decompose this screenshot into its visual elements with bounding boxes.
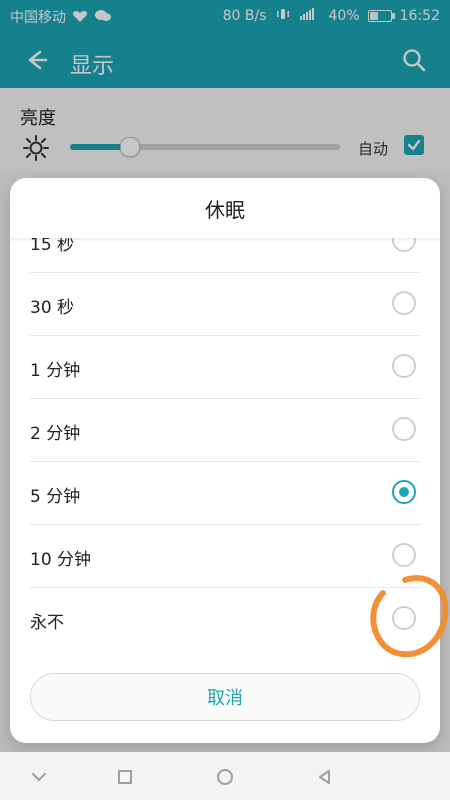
sleep-option-label: 2 分钟 bbox=[30, 424, 81, 444]
sleep-options-list-inner: 15 秒 30 秒 1 分钟 2 分钟 5 分钟 10 分钟永不 bbox=[10, 238, 440, 651]
cancel-button[interactable]: 取消 bbox=[30, 673, 420, 721]
screen: 中国移动 80 B/s 40% 16:52 显示 亮度 自动 休眠 15 秒 3… bbox=[0, 0, 450, 800]
chevron-down-icon bbox=[32, 773, 46, 781]
sleep-option-radio[interactable] bbox=[392, 606, 416, 630]
sleep-option-row[interactable]: 15 秒 bbox=[10, 238, 440, 273]
sleep-option-label: 1 分钟 bbox=[30, 361, 81, 381]
sleep-option-radio[interactable] bbox=[392, 417, 416, 441]
sleep-dialog: 休眠 15 秒 30 秒 1 分钟 2 分钟 5 分钟 10 分钟永不 取消 bbox=[10, 178, 440, 743]
sleep-option-radio[interactable] bbox=[392, 354, 416, 378]
sleep-option-radio[interactable] bbox=[392, 291, 416, 315]
sleep-option-row[interactable]: 1 分钟 bbox=[10, 336, 440, 399]
sleep-option-label: 10 分钟 bbox=[30, 550, 92, 570]
sleep-option-label: 5 分钟 bbox=[30, 487, 81, 507]
back-icon bbox=[319, 770, 330, 784]
sleep-option-row[interactable]: 30 秒 bbox=[10, 273, 440, 336]
nav-recent-apps-button[interactable] bbox=[110, 762, 140, 792]
sleep-option-row[interactable]: 5 分钟 bbox=[10, 462, 440, 525]
system-nav-bar bbox=[0, 752, 450, 800]
sleep-option-row[interactable]: 10 分钟 bbox=[10, 525, 440, 588]
sleep-option-row[interactable]: 永不 bbox=[10, 588, 440, 651]
nav-home-button[interactable] bbox=[210, 762, 240, 792]
home-icon bbox=[217, 769, 233, 785]
list-top-shadow bbox=[10, 238, 440, 242]
sleep-option-label: 永不 bbox=[30, 613, 64, 633]
dialog-title: 休眠 bbox=[205, 197, 245, 222]
sleep-option-row[interactable]: 2 分钟 bbox=[10, 399, 440, 462]
sleep-option-radio[interactable] bbox=[392, 543, 416, 567]
sleep-option-label: 30 秒 bbox=[30, 298, 75, 318]
nav-back-button[interactable] bbox=[310, 762, 340, 792]
sleep-option-radio[interactable] bbox=[392, 480, 416, 504]
nav-collapse-button[interactable] bbox=[24, 762, 54, 792]
recent-apps-icon bbox=[118, 770, 132, 784]
sleep-options-list: 15 秒 30 秒 1 分钟 2 分钟 5 分钟 10 分钟永不 bbox=[10, 238, 440, 670]
